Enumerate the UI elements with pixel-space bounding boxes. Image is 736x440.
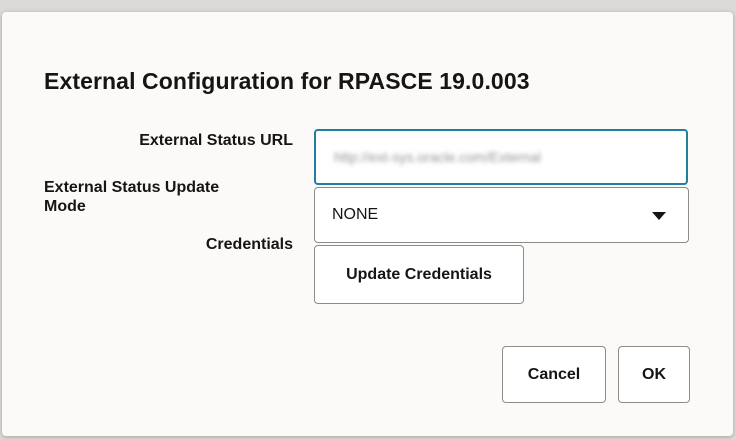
external-status-update-mode-select[interactable]: NONE [314, 187, 689, 243]
update-mode-selected-value: NONE [332, 206, 379, 223]
caret-down-icon[interactable] [652, 212, 666, 220]
cancel-button[interactable]: Cancel [502, 346, 606, 403]
external-status-url-value: http://ext-sys.oracle.com/External [334, 149, 541, 165]
external-status-url-label: External Status URL [139, 132, 293, 149]
external-status-url-input[interactable]: http://ext-sys.oracle.com/External [314, 129, 688, 185]
external-configuration-dialog: External Configuration for RPASCE 19.0.0… [2, 12, 733, 436]
credentials-label: Credentials [205, 236, 293, 253]
ok-button[interactable]: OK [618, 346, 690, 403]
external-status-update-mode-label: External Status Update Mode [44, 179, 220, 215]
dialog-title: External Configuration for RPASCE 19.0.0… [44, 68, 530, 94]
update-credentials-button[interactable]: Update Credentials [314, 245, 524, 304]
